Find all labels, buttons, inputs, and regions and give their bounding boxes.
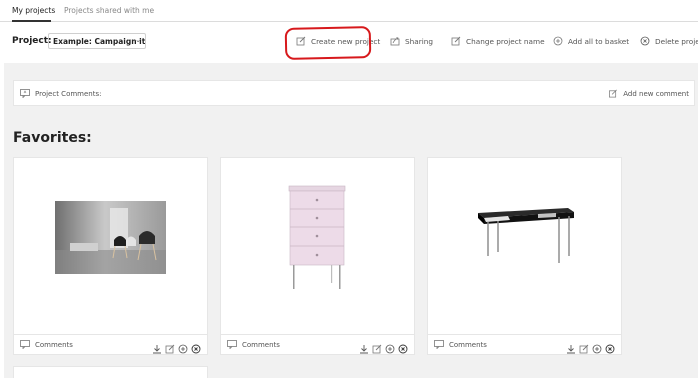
edit-icon[interactable] <box>372 339 382 354</box>
comment-icon <box>20 340 30 349</box>
project-comments-label: Project Comments: <box>35 89 102 98</box>
favorite-card[interactable]: Comments <box>220 157 415 355</box>
edit-icon[interactable] <box>579 339 589 354</box>
project-select-value: Example: Campaign it... <box>53 37 146 46</box>
highlight-annotation <box>284 26 372 60</box>
sharing-label: Sharing <box>405 36 434 46</box>
tab-my-projects[interactable]: My projects <box>12 6 55 15</box>
product-image[interactable] <box>14 158 207 334</box>
room-chairs-photo <box>55 201 166 274</box>
card-footer: Comments <box>428 334 621 354</box>
card-actions <box>566 339 615 354</box>
change-project-name-button[interactable]: Change project name <box>451 36 545 46</box>
card-footer: Comments <box>221 334 414 354</box>
project-select[interactable]: Example: Campaign it... ⌄ <box>48 33 146 49</box>
edit-icon <box>451 36 461 46</box>
delete-project-label: Delete project <box>655 36 698 46</box>
add-all-to-basket-label: Add all to basket <box>568 36 630 46</box>
download-icon[interactable] <box>359 339 369 354</box>
comments-button[interactable]: Comments <box>434 340 487 349</box>
project-comments: Project Comments: <box>20 89 101 98</box>
product-image[interactable] <box>428 158 621 334</box>
plus-circle-icon[interactable] <box>178 339 188 354</box>
product-image[interactable] <box>221 158 414 334</box>
favorite-card[interactable]: Comments <box>13 157 208 355</box>
x-circle-icon[interactable] <box>398 339 408 354</box>
project-tabs: My projects Projects shared with me <box>0 0 698 22</box>
add-new-comment-label: Add new comment <box>623 89 689 98</box>
download-icon[interactable] <box>152 339 162 354</box>
edit-icon[interactable] <box>165 339 175 354</box>
comments-button[interactable]: Comments <box>20 340 73 349</box>
project-comments-bar: Project Comments: Add new comment <box>13 80 695 106</box>
x-circle-icon <box>640 36 650 46</box>
add-new-comment-button[interactable]: Add new comment <box>608 89 689 98</box>
plus-circle-icon[interactable] <box>385 339 395 354</box>
sharing-button[interactable]: Sharing <box>390 36 433 46</box>
favorite-card-partial[interactable] <box>13 366 208 378</box>
x-circle-icon[interactable] <box>191 339 201 354</box>
card-actions <box>152 339 201 354</box>
delete-project-button[interactable]: Delete project <box>640 36 698 46</box>
pink-drawer-cabinet <box>288 185 346 289</box>
plus-circle-icon <box>553 36 563 46</box>
project-label: Project: <box>12 36 52 46</box>
favorite-card[interactable]: Comments <box>427 157 622 355</box>
x-circle-icon[interactable] <box>605 339 615 354</box>
comments-button[interactable]: Comments <box>227 340 280 349</box>
chevron-down-icon: ⌄ <box>135 36 141 44</box>
comment-icon <box>434 340 444 349</box>
change-project-name-label: Change project name <box>466 36 545 46</box>
share-icon <box>390 37 400 46</box>
download-icon[interactable] <box>566 339 576 354</box>
plus-circle-icon[interactable] <box>592 339 602 354</box>
card-actions <box>359 339 408 354</box>
card-footer: Comments <box>14 334 207 354</box>
edit-icon <box>609 89 618 98</box>
black-desk <box>478 208 574 263</box>
tab-projects-shared[interactable]: Projects shared with me <box>64 6 154 15</box>
comments-label: Comments <box>242 340 280 349</box>
favorites-title: Favorites: <box>13 130 92 146</box>
comments-label: Comments <box>35 340 73 349</box>
comment-icon <box>20 89 30 98</box>
comments-label: Comments <box>449 340 487 349</box>
comment-icon <box>227 340 237 349</box>
add-all-to-basket-button[interactable]: Add all to basket <box>553 36 629 46</box>
